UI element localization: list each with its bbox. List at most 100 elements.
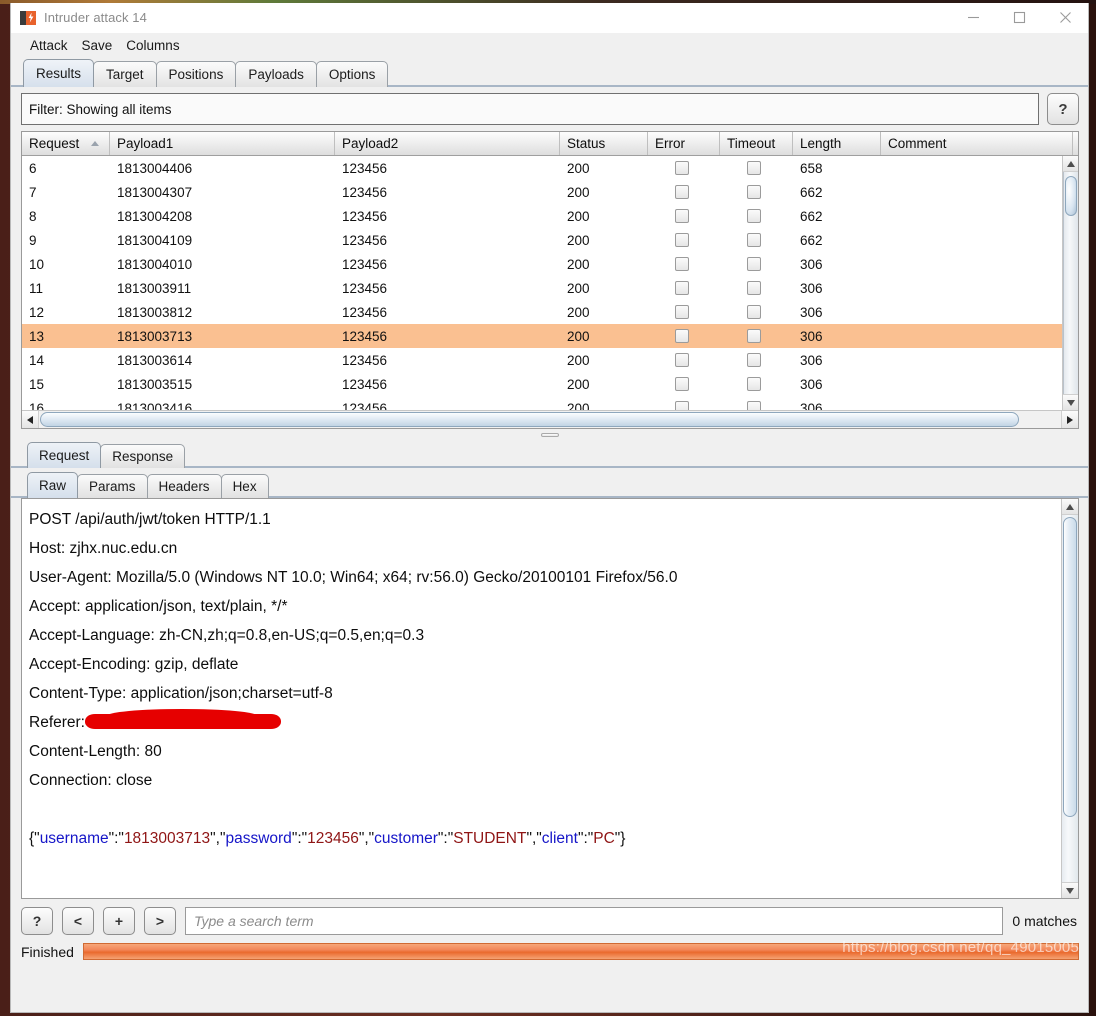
timeout-checkbox[interactable]	[747, 209, 761, 223]
column-header-label: Request	[29, 136, 80, 151]
timeout-checkbox[interactable]	[747, 185, 761, 199]
search-help-button[interactable]: ?	[21, 907, 53, 935]
error-checkbox[interactable]	[675, 353, 689, 367]
tab-request[interactable]: Request	[27, 442, 102, 468]
close-icon[interactable]	[1042, 3, 1088, 33]
error-checkbox[interactable]	[675, 305, 689, 319]
raw-scroll-up-icon[interactable]	[1062, 499, 1078, 515]
results-scroll-right-icon[interactable]	[1061, 411, 1078, 428]
minimize-icon[interactable]	[950, 3, 996, 33]
tab-raw[interactable]: Raw	[27, 472, 79, 498]
tab-target[interactable]: Target	[93, 61, 157, 87]
timeout-checkbox[interactable]	[747, 305, 761, 319]
error-checkbox[interactable]	[675, 281, 689, 295]
table-row[interactable]: 6 1813004406 123456 200 658	[22, 156, 1062, 180]
cell-payload2: 123456	[342, 184, 388, 200]
search-next-button[interactable]: >	[144, 907, 176, 935]
timeout-checkbox[interactable]	[747, 401, 761, 410]
tab-positions[interactable]: Positions	[155, 61, 237, 87]
menu-item-attack[interactable]: Attack	[23, 36, 75, 56]
search-input[interactable]: Type a search term	[185, 907, 1004, 935]
table-row[interactable]: 12 1813003812 123456 200 306	[22, 300, 1062, 324]
timeout-checkbox[interactable]	[747, 377, 761, 391]
cell-length: 306	[800, 280, 823, 296]
cell-status: 200	[567, 184, 590, 200]
raw-scroll-down-icon[interactable]	[1062, 882, 1078, 898]
cell-length: 306	[800, 256, 823, 272]
column-header-status[interactable]: Status	[560, 132, 648, 155]
raw-vscroll-thumb[interactable]	[1063, 517, 1077, 817]
column-header-length[interactable]: Length	[793, 132, 881, 155]
results-hscroll-thumb[interactable]	[40, 412, 1020, 427]
results-scroll-up-icon[interactable]	[1063, 156, 1078, 172]
column-header-error[interactable]: Error	[648, 132, 720, 155]
menu-item-columns[interactable]: Columns	[119, 36, 186, 56]
search-add-button[interactable]: +	[103, 907, 135, 935]
json-punct: ","	[210, 830, 226, 847]
results-scroll-down-icon[interactable]	[1063, 394, 1078, 410]
table-row[interactable]: 7 1813004307 123456 200 662	[22, 180, 1062, 204]
search-prev-button[interactable]: <	[62, 907, 94, 935]
results-vertical-scrollbar[interactable]	[1062, 156, 1078, 410]
tab-hex[interactable]: Hex	[220, 474, 269, 498]
raw-request-text[interactable]: POST /api/auth/jwt/token HTTP/1.1 Host: z…	[22, 499, 1061, 898]
raw-vscroll-track[interactable]	[1062, 515, 1078, 882]
results-vscroll-thumb[interactable]	[1065, 176, 1077, 216]
timeout-checkbox[interactable]	[747, 257, 761, 271]
filter-help-icon[interactable]: ?	[1047, 93, 1079, 125]
cell-timeout	[720, 204, 793, 228]
timeout-checkbox[interactable]	[747, 233, 761, 247]
timeout-checkbox[interactable]	[747, 281, 761, 295]
timeout-checkbox[interactable]	[747, 329, 761, 343]
error-checkbox[interactable]	[675, 377, 689, 391]
split-pane-grip[interactable]	[540, 433, 559, 437]
menu-item-save[interactable]: Save	[75, 36, 120, 56]
error-checkbox[interactable]	[675, 161, 689, 175]
tab-options[interactable]: Options	[315, 61, 389, 87]
column-header-comment[interactable]: Comment	[881, 132, 1073, 155]
tab-response[interactable]: Response	[100, 444, 186, 468]
cell-status: 200	[567, 256, 590, 272]
table-row[interactable]: 8 1813004208 123456 200 662	[22, 204, 1062, 228]
table-body: 6 1813004406 123456 200 658 7 1813004307 123456…	[22, 156, 1062, 410]
table-row[interactable]: 15 1813003515 123456 200 306	[22, 372, 1062, 396]
table-row[interactable]: 16 1813003416 123456 200 306	[22, 396, 1062, 410]
results-vscroll-track[interactable]	[1063, 172, 1078, 394]
timeout-checkbox[interactable]	[747, 161, 761, 175]
split-pane-divider[interactable]	[11, 429, 1088, 441]
cell-timeout	[720, 180, 793, 204]
error-checkbox[interactable]	[675, 233, 689, 247]
table-row[interactable]: 14 1813003614 123456 200 306	[22, 348, 1062, 372]
column-header-payload1[interactable]: Payload1	[110, 132, 335, 155]
tab-results[interactable]: Results	[23, 59, 95, 87]
tab-params[interactable]: Params	[77, 474, 148, 498]
column-header-request[interactable]: Request	[22, 132, 110, 155]
error-checkbox[interactable]	[675, 209, 689, 223]
table-row[interactable]: 10 1813004010 123456 200 306	[22, 252, 1062, 276]
maximize-icon[interactable]	[996, 3, 1042, 33]
timeout-checkbox[interactable]	[747, 353, 761, 367]
tab-headers[interactable]: Headers	[146, 474, 222, 498]
results-hscroll-track[interactable]	[40, 412, 1060, 427]
table-row[interactable]: 9 1813004109 123456 200 662	[22, 228, 1062, 252]
column-header-payload2[interactable]: Payload2	[335, 132, 560, 155]
error-checkbox[interactable]	[675, 329, 689, 343]
cell-error	[648, 300, 720, 324]
json-punct: "}	[614, 830, 626, 847]
results-scroll-left-icon[interactable]	[22, 411, 39, 428]
status-bar: Finished https://blog.csdn.net/qq_490150…	[11, 939, 1088, 964]
table-row[interactable]: 13 1813003713 123456 200 306	[22, 324, 1062, 348]
cell-request: 10	[29, 256, 45, 272]
results-horizontal-scrollbar[interactable]	[22, 410, 1078, 428]
column-header-timeout[interactable]: Timeout	[720, 132, 793, 155]
filter-bar[interactable]: Filter: Showing all items	[21, 93, 1039, 125]
tab-payloads[interactable]: Payloads	[235, 61, 317, 87]
cell-comment	[881, 204, 1062, 228]
error-checkbox[interactable]	[675, 401, 689, 410]
cell-error	[648, 156, 720, 180]
error-checkbox[interactable]	[675, 185, 689, 199]
table-row[interactable]: 11 1813003911 123456 200 306	[22, 276, 1062, 300]
message-tab-bar: Request Response	[11, 441, 1088, 468]
raw-vertical-scrollbar[interactable]	[1061, 499, 1078, 898]
error-checkbox[interactable]	[675, 257, 689, 271]
